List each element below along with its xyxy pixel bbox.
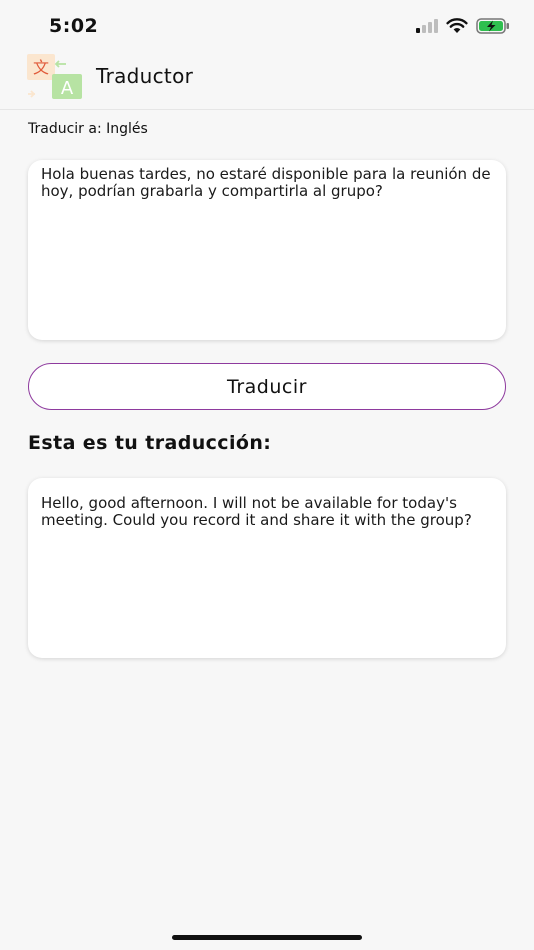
- battery-charging-icon: [476, 18, 509, 34]
- wifi-icon: [446, 18, 468, 33]
- app-title: Traductor: [96, 64, 194, 88]
- status-icons: [416, 18, 510, 34]
- source-text-input[interactable]: Hola buenas tardes, no estaré disponible…: [28, 160, 506, 340]
- cellular-signal-icon: [416, 19, 438, 33]
- status-time: 5:02: [49, 15, 99, 37]
- home-indicator[interactable]: [172, 935, 362, 940]
- translate-logo-icon: 文 A: [27, 54, 82, 99]
- app-screen: 5:02 文 A Traductor Traducir a: Inglés Ho…: [0, 0, 534, 950]
- status-bar: 5:02: [0, 0, 534, 52]
- logo-source-glyph: 文: [33, 58, 49, 77]
- translation-output: Hello, good afternoon. I will not be ava…: [28, 478, 506, 658]
- target-language-label[interactable]: Traducir a: Inglés: [28, 121, 148, 137]
- result-heading: Esta es tu traducción:: [28, 432, 272, 454]
- app-header: 文 A Traductor: [0, 52, 534, 110]
- translate-button[interactable]: Traducir: [28, 363, 506, 410]
- logo-target-glyph: A: [61, 78, 74, 99]
